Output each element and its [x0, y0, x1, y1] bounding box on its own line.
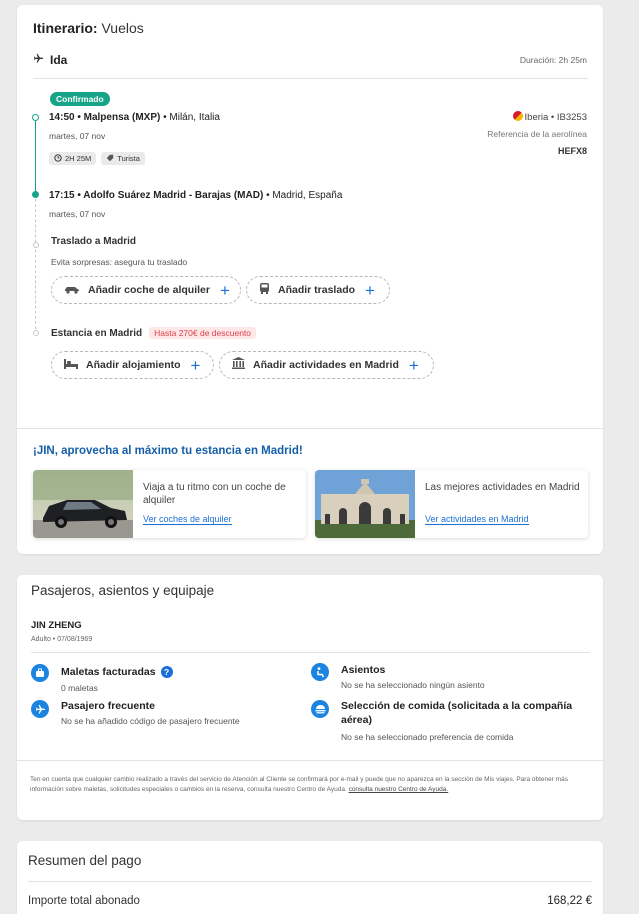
timeline-line — [35, 121, 36, 192]
total-paid-label: Importe total abonado — [28, 895, 140, 907]
duration-chip: 2H 25M — [49, 152, 97, 165]
meal-selection-title: Selección de comida (solicitada a la com… — [341, 700, 573, 726]
plane-icon — [31, 700, 49, 718]
divider — [31, 652, 590, 653]
tag-icon — [106, 154, 114, 164]
transfer-subtitle: Evita sorpresas: asegura tu traslado — [51, 257, 188, 267]
view-activities-link[interactable]: Ver actividades en Madrid — [425, 514, 529, 525]
view-rental-cars-link[interactable]: Ver coches de alquiler — [143, 514, 232, 525]
seats-value: No se ha seleccionado ningún asiento — [341, 680, 485, 690]
meal-selection-value: No se ha seleccionado preferencia de com… — [341, 732, 514, 742]
passengers-title: Pasajeros, asientos y equipaje — [31, 583, 215, 598]
promo-card-text: Las mejores actividades en Madrid — [425, 482, 580, 493]
seats-title: Asientos — [341, 664, 386, 676]
puerta-alcala-image — [315, 470, 415, 538]
direction-label: Ida — [50, 52, 68, 67]
checked-bags-value: 0 maletas — [61, 683, 98, 693]
car-rental-image — [33, 470, 133, 538]
add-transfer-button[interactable]: Añadir traslado + — [246, 276, 390, 304]
suitcase-icon — [31, 664, 49, 682]
plus-icon: + — [219, 280, 230, 300]
plus-icon: + — [408, 355, 419, 375]
discount-badge: Hasta 270€ de descuento — [149, 327, 257, 339]
promo-card-text: Viaja a tu ritmo con un coche de alquile… — [143, 482, 286, 506]
add-lodging-button[interactable]: Añadir alojamiento + — [51, 351, 214, 379]
bed-icon — [64, 356, 78, 374]
timeline-stay-dot — [33, 330, 39, 336]
airline-info: Iberia • IB3253 — [512, 111, 587, 123]
total-paid-value: 168,22 € — [547, 895, 592, 907]
arrival-info: 17:15 • Adolfo Suárez Madrid - Barajas (… — [49, 190, 343, 201]
direction-row: Ida — [33, 52, 67, 67]
divider — [17, 760, 603, 761]
divider — [17, 428, 603, 429]
help-center-link[interactable]: consulta nuestro Centro de Ayuda. — [349, 786, 449, 793]
frequent-flyer-title: Pasajero frecuente — [61, 700, 155, 712]
passenger-details: Adulto • 07/08/1969 — [31, 636, 93, 643]
frequent-flyer-value: No se ha añadido código de pasajero frec… — [61, 716, 240, 726]
flight-chips: 2H 25M Turista — [49, 152, 145, 165]
airline-ref-label: Referencia de la aerolínea — [487, 129, 587, 139]
add-activities-button[interactable]: Añadir actividades en Madrid + — [219, 351, 434, 379]
status-badge: Confirmado — [50, 92, 110, 106]
promo-title: ¡JIN, aprovecha al máximo tu estancia en… — [33, 445, 303, 457]
checked-bags-title: Maletas facturadas? — [61, 665, 173, 679]
departure-date: martes, 07 nov — [49, 131, 106, 141]
stay-header: Estancia en Madrid Hasta 270€ de descuen… — [51, 327, 257, 339]
itinerary-card: Itinerario: Vuelos Ida Duración: 2h 25m … — [17, 5, 603, 554]
promo-card-car[interactable]: Viaja a tu ritmo con un coche de alquile… — [33, 470, 306, 538]
passenger-name: JIN ZHENG — [31, 620, 82, 631]
timeline-transfer-dot — [33, 242, 39, 248]
plane-icon — [33, 52, 44, 67]
payment-title: Resumen del pago — [28, 853, 142, 868]
stay-title: Estancia en Madrid — [51, 327, 143, 339]
transfer-title: Traslado a Madrid — [51, 236, 137, 247]
trip-duration: Duración: 2h 25m — [519, 55, 587, 65]
add-rental-car-button[interactable]: Añadir coche de alquiler + — [51, 276, 241, 304]
plus-icon: + — [365, 280, 375, 300]
footnote: Ten en cuenta que cualquier cambio reali… — [30, 776, 568, 793]
cabin-chip: Turista — [101, 152, 145, 165]
passengers-card: Pasajeros, asientos y equipaje JIN ZHENG… — [17, 575, 603, 820]
plus-icon: + — [190, 355, 201, 375]
promo-card-activities[interactable]: Las mejores actividades en Madrid Ver ac… — [315, 470, 588, 538]
info-icon[interactable]: ? — [160, 666, 173, 678]
museum-icon — [232, 356, 245, 374]
timeline-start-dot — [32, 114, 39, 121]
bus-icon — [259, 281, 270, 299]
itinerary-title: Itinerario: Vuelos — [33, 20, 144, 36]
clock-icon — [54, 153, 62, 164]
timeline-dashed-line — [35, 199, 36, 329]
seat-icon — [311, 663, 329, 681]
meal-icon — [311, 700, 329, 718]
divider — [28, 881, 592, 882]
airline-ref-code: HEFX8 — [557, 146, 587, 156]
timeline-end-dot — [32, 191, 39, 198]
iberia-logo-icon — [512, 111, 523, 121]
payment-card: Resumen del pago Importe total abonado 1… — [17, 841, 603, 914]
car-icon — [64, 281, 80, 299]
divider — [33, 78, 588, 79]
arrival-date: martes, 07 nov — [49, 209, 106, 219]
departure-info: 14:50 • Malpensa (MXP) • Milán, Italia — [49, 112, 220, 123]
